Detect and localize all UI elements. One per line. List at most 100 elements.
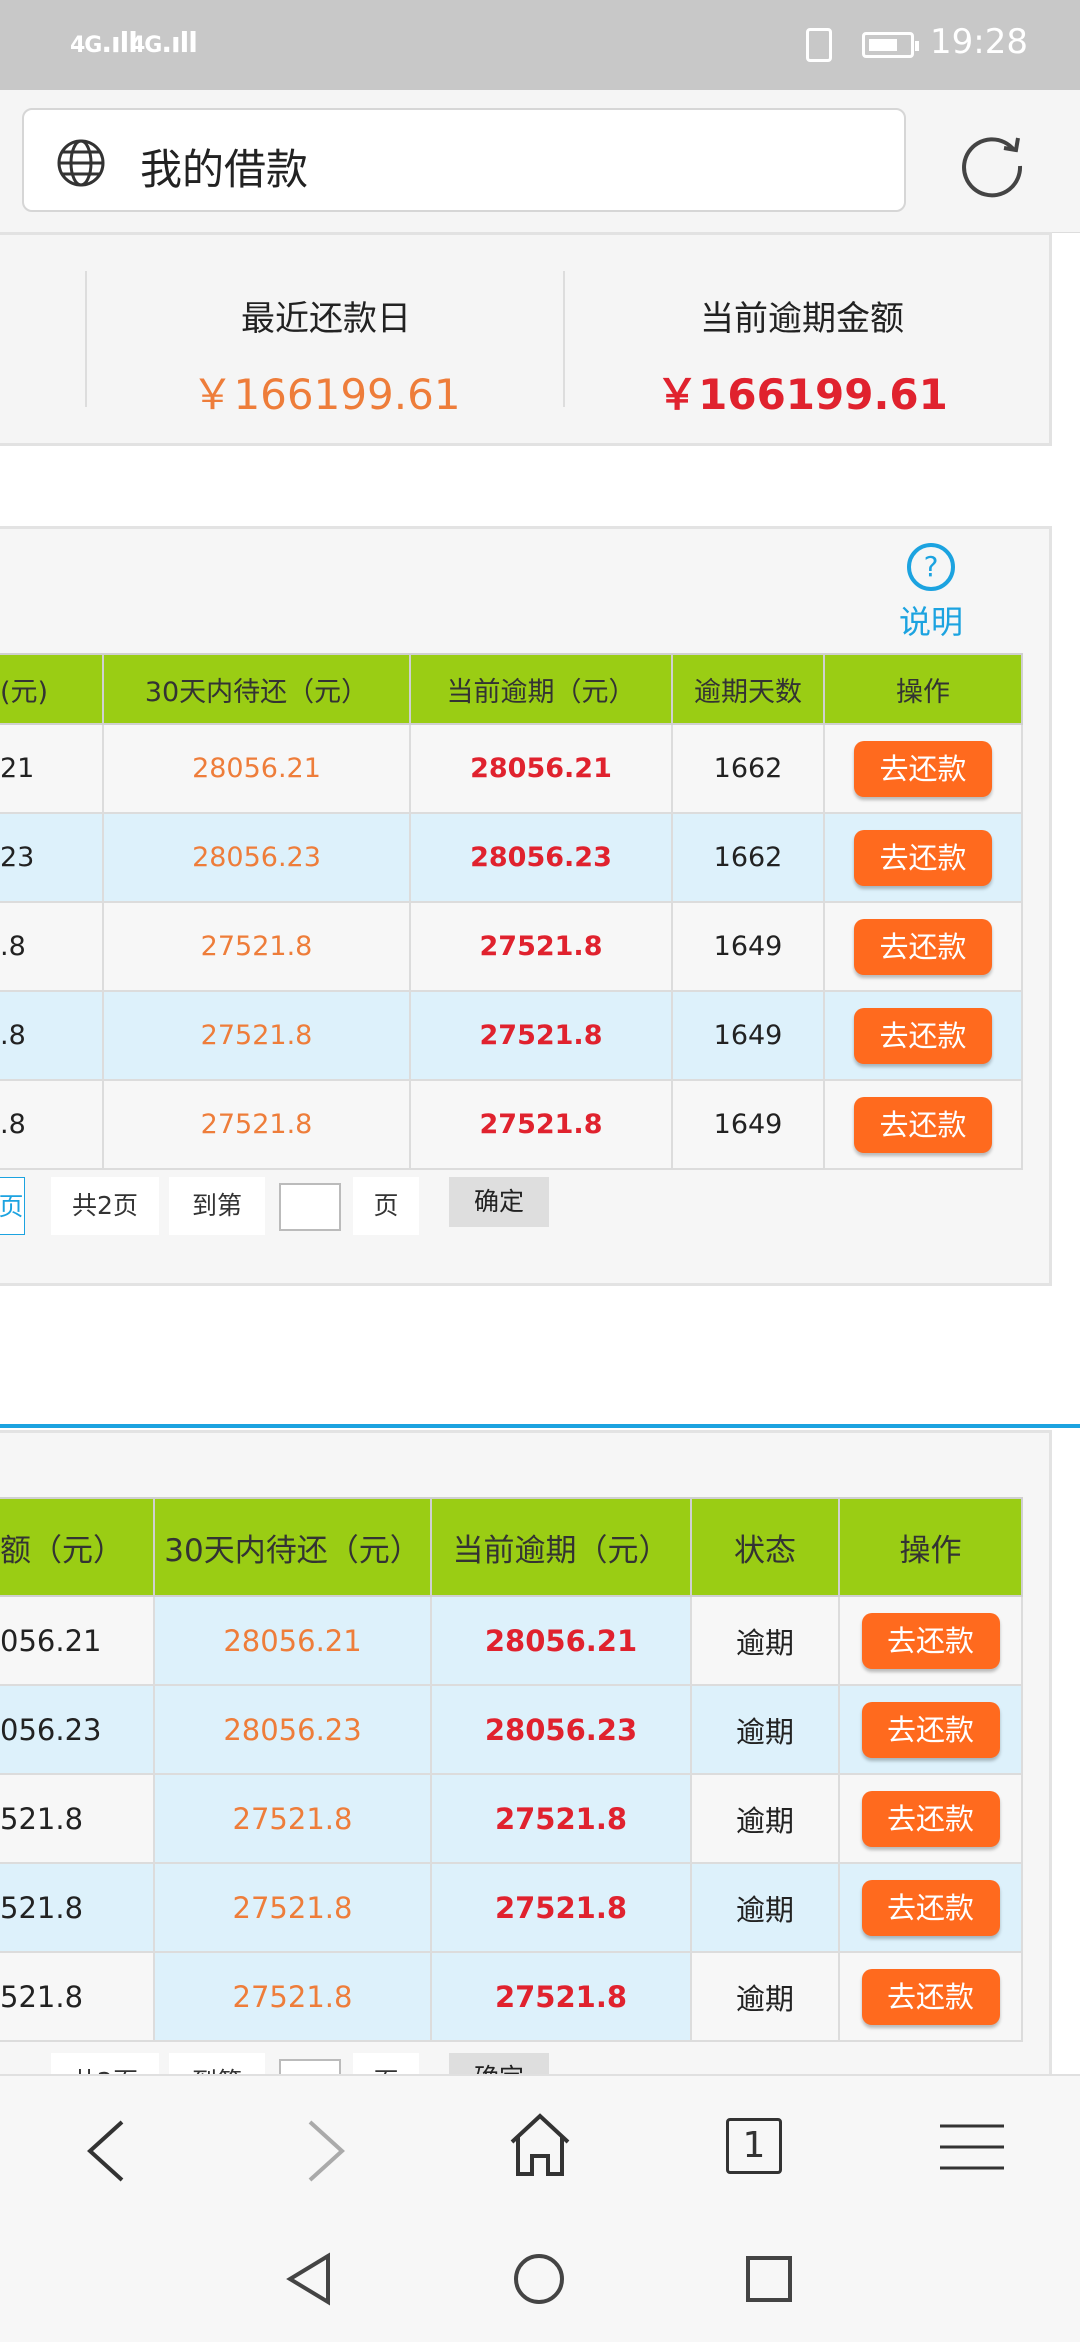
cell-amount: 21 xyxy=(0,723,104,814)
cell-amount: .8 xyxy=(0,901,104,992)
col-header-action: 操作 xyxy=(838,1497,1023,1597)
cell-overdue: 28056.23 xyxy=(409,812,673,903)
repay-button[interactable]: 去还款 xyxy=(861,1879,1000,1936)
cell-overdue: 27521.8 xyxy=(409,1079,673,1170)
forward-icon[interactable] xyxy=(302,2118,350,2184)
cell-overdue: 28056.21 xyxy=(409,723,673,814)
cell-overdue: 27521.8 xyxy=(430,1862,692,1953)
globe-icon xyxy=(57,139,105,187)
repay-button[interactable]: 去还款 xyxy=(854,1096,992,1153)
page-label: 页 xyxy=(353,1177,419,1235)
overdue-label: 当前逾期金额 xyxy=(700,299,904,339)
cell-status: 逾期 xyxy=(690,1684,840,1775)
repay-button[interactable]: 去还款 xyxy=(861,1612,1000,1669)
browser-bottom-bar: 1 xyxy=(0,2074,1080,2342)
browser-address-bar: 我的借款 xyxy=(0,90,1080,233)
help-label[interactable]: 说明 xyxy=(895,597,967,643)
cell-amount: .8 xyxy=(0,990,104,1081)
repay-button[interactable]: 去还款 xyxy=(854,829,992,886)
cell-overdue: 28056.23 xyxy=(430,1684,692,1775)
cell-status: 逾期 xyxy=(690,1773,840,1864)
signal-icon-2: 4G.ıll xyxy=(130,26,198,59)
svg-text:?: ? xyxy=(924,550,939,583)
cell-due-30days: 27521.8 xyxy=(102,901,411,992)
cell-due-30days: 28056.21 xyxy=(102,723,411,814)
cell-action: 去还款 xyxy=(838,1951,1023,2042)
cell-due-30days: 27521.8 xyxy=(153,1862,432,1953)
repay-button[interactable]: 去还款 xyxy=(854,918,992,975)
overdue-table-1: (元) 30天内待还（元） 当前逾期（元） 逾期天数 操作 21 28056.2… xyxy=(0,653,1023,1170)
menu-icon[interactable] xyxy=(940,2122,1004,2172)
page-tab-current[interactable]: 页 xyxy=(0,1177,25,1235)
signal-icon: 4G.ıll xyxy=(70,26,138,59)
vibrate-icon xyxy=(806,28,832,62)
page-title: 我的借款 xyxy=(140,145,309,194)
col-header-amount: (元) xyxy=(0,653,104,725)
status-bar: 4G.ıll 4G.ıll 19:28 xyxy=(0,0,1080,90)
page-number-input[interactable] xyxy=(279,1183,341,1231)
divider xyxy=(85,271,87,407)
table-row: 056.21 28056.21 28056.21 逾期 去还款 xyxy=(0,1595,1023,1686)
cell-overdue: 27521.8 xyxy=(430,1951,692,2042)
repay-button[interactable]: 去还款 xyxy=(861,1790,1000,1847)
table-row: 21 28056.21 28056.21 1662 去还款 xyxy=(0,723,1023,814)
cell-overdue-days: 1649 xyxy=(671,901,825,992)
table-row: 521.8 27521.8 27521.8 逾期 去还款 xyxy=(0,1773,1023,1864)
loan-table-panel-1: ? 说明 (元) 30天内待还（元） 当前逾期（元） 逾期天数 操作 21 28… xyxy=(0,526,1052,1286)
nav-home-icon[interactable] xyxy=(512,2252,566,2306)
cell-action: 去还款 xyxy=(823,723,1023,814)
cell-overdue: 28056.21 xyxy=(430,1595,692,1686)
confirm-page-button[interactable]: 确定 xyxy=(449,1177,549,1227)
loan-summary-card: 最近还款日 ￥166199.61 当前逾期金额 ￥166199.61 xyxy=(0,232,1052,446)
cell-overdue-days: 1649 xyxy=(671,1079,825,1170)
col-header-due-30days: 30天内待还（元） xyxy=(153,1497,432,1597)
cell-due-30days: 27521.8 xyxy=(102,990,411,1081)
repay-button[interactable]: 去还款 xyxy=(854,740,992,797)
cell-overdue: 27521.8 xyxy=(430,1773,692,1864)
total-pages: 共2页 xyxy=(51,1177,159,1235)
col-header-overdue: 当前逾期（元） xyxy=(409,653,673,725)
nav-back-icon[interactable] xyxy=(284,2252,334,2306)
nav-recents-icon[interactable] xyxy=(744,2254,794,2304)
clock: 19:28 xyxy=(930,22,1028,62)
overdue-table-2: 额（元） 30天内待还（元） 当前逾期（元） 状态 操作 056.21 2805… xyxy=(0,1497,1023,2042)
help-icon[interactable]: ? xyxy=(905,541,957,593)
table-row: 521.8 27521.8 27521.8 逾期 去还款 xyxy=(0,1951,1023,2042)
repay-button[interactable]: 去还款 xyxy=(861,1701,1000,1758)
cell-due-30days: 28056.21 xyxy=(153,1595,432,1686)
tabs-icon[interactable]: 1 xyxy=(726,2118,782,2174)
cell-action: 去还款 xyxy=(823,812,1023,903)
reload-icon[interactable] xyxy=(958,128,1028,198)
goto-label: 到第 xyxy=(169,1177,265,1235)
cell-status: 逾期 xyxy=(690,1951,840,2042)
overdue-amount: ￥166199.61 xyxy=(656,370,948,419)
cell-amount: .8 xyxy=(0,1079,104,1170)
next-due-label: 最近还款日 xyxy=(241,299,411,339)
section-divider xyxy=(0,1424,1080,1428)
url-field[interactable]: 我的借款 xyxy=(22,108,906,212)
table-row: 23 28056.23 28056.23 1662 去还款 xyxy=(0,812,1023,903)
cell-amount: 521.8 xyxy=(0,1951,155,2042)
cell-amount: 23 xyxy=(0,812,104,903)
cell-action: 去还款 xyxy=(838,1684,1023,1775)
repay-button[interactable]: 去还款 xyxy=(861,1968,1000,2025)
cell-overdue-days: 1662 xyxy=(671,812,825,903)
col-header-action: 操作 xyxy=(823,653,1023,725)
repay-button[interactable]: 去还款 xyxy=(854,1007,992,1064)
pagination: 页 共2页 到第 页 确定 xyxy=(0,1177,1037,1235)
col-header-amount: 额（元） xyxy=(0,1497,155,1597)
cell-amount: 056.23 xyxy=(0,1684,155,1775)
cell-overdue-days: 1649 xyxy=(671,990,825,1081)
home-icon[interactable] xyxy=(508,2112,572,2178)
cell-amount: 521.8 xyxy=(0,1773,155,1864)
table-header-row: (元) 30天内待还（元） 当前逾期（元） 逾期天数 操作 xyxy=(0,653,1023,725)
cell-overdue-days: 1662 xyxy=(671,723,825,814)
cell-due-30days: 28056.23 xyxy=(102,812,411,903)
back-icon[interactable] xyxy=(82,2118,130,2184)
loan-table-panel-2: 额（元） 30天内待还（元） 当前逾期（元） 状态 操作 056.21 2805… xyxy=(0,1430,1052,2090)
col-header-due-30days: 30天内待还（元） xyxy=(102,653,411,725)
table-row: .8 27521.8 27521.8 1649 去还款 xyxy=(0,1079,1023,1170)
col-header-overdue-days: 逾期天数 xyxy=(671,653,825,725)
cell-action: 去还款 xyxy=(823,1079,1023,1170)
table-header-row: 额（元） 30天内待还（元） 当前逾期（元） 状态 操作 xyxy=(0,1497,1023,1597)
